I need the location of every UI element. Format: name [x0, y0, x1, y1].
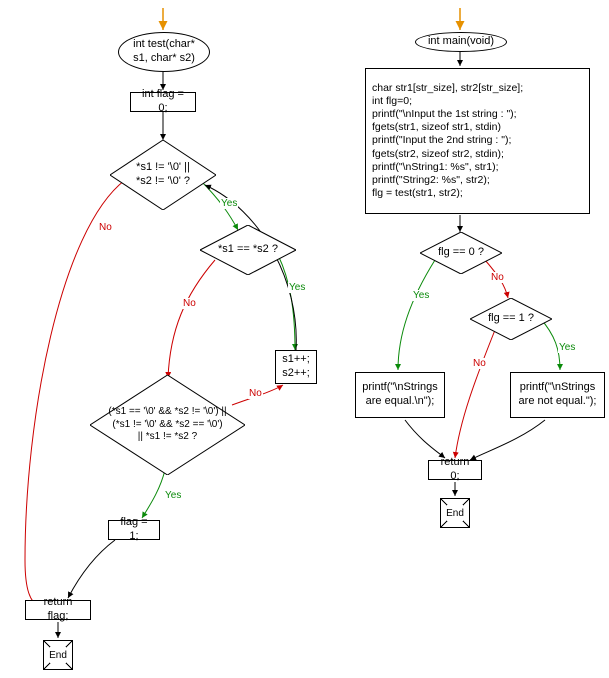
stmt-main-body: char str1[str_size], str2[str_size]; int… [365, 68, 590, 214]
stmt-increment: s1++; s2++; [275, 350, 317, 384]
text: char str1[str_size], str2[str_size]; int… [372, 82, 523, 200]
text: int flag = 0; [137, 88, 189, 116]
text: return flag; [32, 596, 84, 624]
end-left: End [43, 640, 73, 670]
cond-flg0: flg == 0 ? [420, 232, 502, 274]
stmt-return-flag: return flag; [25, 600, 91, 620]
text: s1++; s2++; [282, 353, 310, 381]
label-yes: Yes [288, 282, 306, 293]
text: printf("\nStrings are equal.\n"); [362, 381, 438, 409]
label-yes: Yes [558, 342, 576, 353]
label-no: No [98, 222, 113, 233]
label-no: No [472, 358, 487, 369]
text: flg == 0 ? [436, 244, 486, 262]
label-no: No [248, 388, 263, 399]
text: printf("\nStrings are not equal."); [517, 381, 598, 409]
text: int main(void) [428, 35, 494, 49]
text: End [50, 647, 66, 663]
stmt-return-0: return 0; [428, 460, 482, 480]
stmt-set-flag: flag = 1; [108, 520, 160, 540]
stmt-print-eq: printf("\nStrings are equal.\n"); [355, 372, 445, 418]
cond-big: (*s1 == '\0' && *s2 != '\0') || (*s1 != … [90, 375, 245, 475]
label-yes: Yes [164, 490, 182, 501]
func-test-signature: int test(char* s1, char* s2) [118, 32, 210, 72]
text: return 0; [435, 456, 475, 484]
text: *s1 != '\0' || *s2 != '\0' ? [134, 159, 192, 191]
text: flag = 1; [115, 516, 153, 544]
text: (*s1 == '\0' && *s2 != '\0') || (*s1 != … [103, 404, 233, 446]
stmt-print-neq: printf("\nStrings are not equal."); [510, 372, 605, 418]
stmt-flag-init: int flag = 0; [130, 92, 196, 112]
end-right: End [440, 498, 470, 528]
cond-loop: *s1 != '\0' || *s2 != '\0' ? [110, 140, 216, 210]
cond-flg1: flg == 1 ? [470, 298, 552, 340]
func-main-signature: int main(void) [415, 32, 507, 52]
text: *s1 == *s2 ? [216, 241, 280, 259]
label-yes: Yes [412, 290, 430, 301]
text: End [447, 505, 463, 521]
text: int test(char* s1, char* s2) [127, 38, 201, 66]
cond-eq: *s1 == *s2 ? [200, 225, 296, 275]
label-yes: Yes [220, 198, 238, 209]
text: flg == 1 ? [486, 310, 536, 328]
label-no: No [182, 298, 197, 309]
